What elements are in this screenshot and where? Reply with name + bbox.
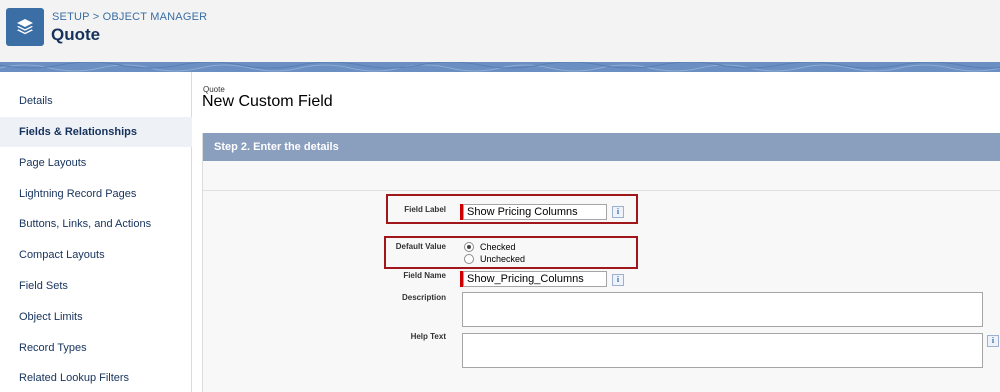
step-header-bar: Step 2. Enter the details: [203, 133, 1000, 161]
help-text-textarea[interactable]: [462, 333, 983, 368]
highlight-box-field-label: [386, 194, 638, 224]
field-name-input[interactable]: Show_Pricing_Columns: [463, 271, 607, 287]
layers-icon: [17, 19, 33, 35]
sidebar-item-details[interactable]: Details: [0, 86, 192, 116]
info-icon[interactable]: i: [612, 274, 624, 286]
sidebar-item-object-limits[interactable]: Object Limits: [0, 302, 192, 332]
sidebar-item-fields-relationships[interactable]: Fields & Relationships: [0, 117, 192, 147]
step-title: Step 2. Enter the details: [214, 141, 339, 153]
sidebar-item-lightning-record-pages[interactable]: Lightning Record Pages: [0, 179, 192, 209]
setup-header: SETUP > OBJECT MANAGER Quote: [0, 0, 1000, 62]
sidebar-item-buttons-links-actions[interactable]: Buttons, Links, and Actions: [0, 209, 192, 239]
sidebar-item-field-sets[interactable]: Field Sets: [0, 271, 192, 301]
header-wave-band: [0, 62, 1000, 72]
object-logo: [6, 8, 44, 46]
description-label: Description: [401, 293, 446, 302]
sidebar-item-related-lookup-filters[interactable]: Related Lookup Filters: [0, 363, 192, 392]
help-text-label: Help Text: [410, 332, 446, 341]
page-heading: New Custom Field: [202, 93, 333, 110]
step-panel: Step 2. Enter the details Field Label Sh…: [202, 133, 1000, 392]
breadcrumb[interactable]: SETUP > OBJECT MANAGER: [52, 11, 207, 23]
description-textarea[interactable]: [462, 292, 983, 327]
sidebar-item-page-layouts[interactable]: Page Layouts: [0, 148, 192, 178]
main-content: Quote New Custom Field Step 2. Enter the…: [193, 72, 1000, 392]
sidebar-item-record-types[interactable]: Record Types: [0, 333, 192, 363]
sidebar-item-compact-layouts[interactable]: Compact Layouts: [0, 240, 192, 270]
info-icon[interactable]: i: [987, 335, 999, 347]
highlight-box-default-value: [384, 236, 638, 269]
field-name-label: Field Name: [403, 271, 446, 280]
page-title: Quote: [51, 25, 101, 44]
step-spacer: [203, 161, 1000, 191]
object-manager-sidebar: Details Fields & Relationships Page Layo…: [0, 72, 192, 392]
